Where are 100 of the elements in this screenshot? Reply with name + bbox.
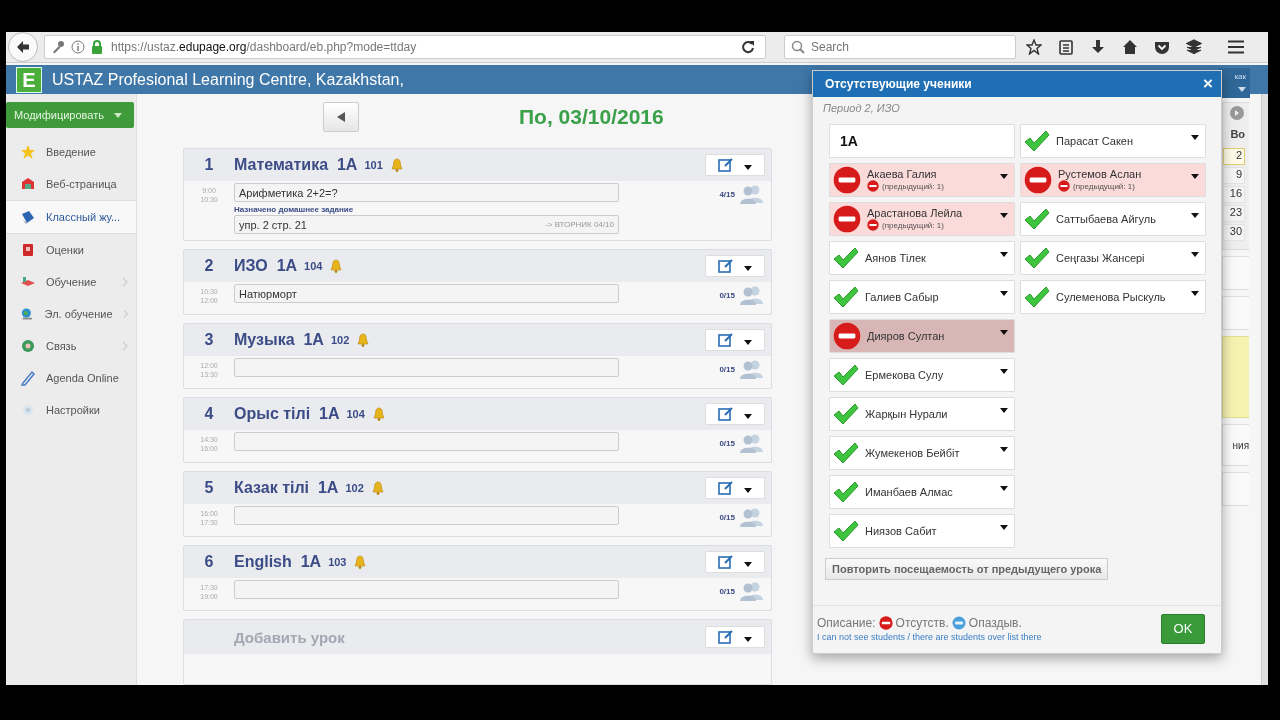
- calendar-day[interactable]: 2: [1223, 148, 1246, 165]
- close-button[interactable]: ×: [1203, 75, 1213, 93]
- help-link[interactable]: I can not see students / there are students over list there: [817, 631, 1042, 642]
- student-card[interactable]: Галиев Сабыр: [829, 280, 1015, 314]
- search-field[interactable]: Search: [784, 35, 1016, 59]
- lesson-subject[interactable]: ИЗО 1А: [234, 257, 298, 275]
- previous-absence: (предыдущий: 1): [882, 220, 944, 230]
- address-bar[interactable]: https://ustaz.edupage.org/dashboard/eb.php?mode=ttday: [44, 35, 766, 59]
- previous-day-button[interactable]: [323, 102, 359, 132]
- star-icon: [20, 144, 36, 160]
- dialog-title: Отсутствующие ученики: [825, 77, 972, 91]
- student-card[interactable]: Ермекова Сулу: [829, 358, 1015, 392]
- student-card[interactable]: Арастанова Лейла (предыдущий: 1): [829, 202, 1015, 236]
- student-name: Ниязов Сабит: [865, 525, 937, 537]
- caret-icon: [1191, 291, 1199, 296]
- sidebar-item[interactable]: Веб-страница: [6, 168, 136, 200]
- topic-field[interactable]: Натюрморт: [234, 284, 619, 303]
- topic-field[interactable]: Арифметика 2+2=?: [234, 183, 619, 202]
- topic-field[interactable]: [234, 506, 619, 525]
- absent-icon: [878, 615, 893, 630]
- lesson-number: 4: [203, 405, 215, 423]
- scrollbar[interactable]: [1261, 94, 1268, 685]
- back-button[interactable]: [8, 32, 38, 62]
- students-icon: [739, 581, 765, 601]
- topic-field[interactable]: [234, 580, 619, 599]
- student-card[interactable]: Сеңгазы Жансері: [1020, 241, 1206, 275]
- edit-menu-button[interactable]: [705, 403, 765, 425]
- lesson-subject[interactable]: Орыс тілі 1А: [234, 405, 340, 423]
- sidebar-item[interactable]: Введение: [6, 136, 136, 168]
- student-name: Галиев Сабыр: [865, 291, 939, 303]
- house-icon: [20, 176, 36, 192]
- edit-menu-button[interactable]: [705, 551, 765, 573]
- edit-menu-button[interactable]: [705, 477, 765, 499]
- absent-icon: [833, 322, 861, 350]
- caret-icon: [1191, 174, 1199, 179]
- student-name: Сеңгазы Жансері: [1056, 252, 1145, 264]
- book-icon: [20, 209, 36, 225]
- edit-menu-button[interactable]: [705, 626, 765, 648]
- student-card[interactable]: Саттыбаева Айгуль: [1020, 202, 1206, 236]
- repeat-attendance-button[interactable]: Повторить посещаемость от предыдущего урока: [825, 558, 1109, 580]
- calendar-day[interactable]: 9: [1223, 167, 1246, 184]
- class-label: 1А: [829, 124, 1015, 158]
- layers-icon[interactable]: [1186, 39, 1202, 55]
- caret-icon: [1191, 213, 1199, 218]
- edit-icon: [718, 406, 734, 422]
- download-icon[interactable]: [1090, 39, 1106, 55]
- sidebar-item[interactable]: Agenda Online: [6, 362, 136, 394]
- check-icon: [1024, 208, 1050, 230]
- student-name: Ермекова Сулу: [865, 369, 944, 381]
- caret-icon: [744, 488, 752, 493]
- student-card[interactable]: Парасат Сакен: [1020, 124, 1206, 158]
- student-card[interactable]: Жарқын Нурали: [829, 397, 1015, 431]
- calendar-day[interactable]: 30: [1223, 224, 1246, 241]
- student-name: Рустемов Аслан: [1058, 168, 1142, 180]
- sidebar-item[interactable]: Оценки: [6, 234, 136, 266]
- student-card[interactable]: Акаева Галия (предыдущий: 1): [829, 163, 1015, 197]
- lesson-subject[interactable]: Математика 1А: [234, 156, 358, 174]
- edit-menu-button[interactable]: [705, 154, 765, 176]
- lesson-number: 5: [203, 479, 215, 497]
- calendar-day[interactable]: 23: [1223, 205, 1246, 222]
- student-card[interactable]: Иманбаев Алмас: [829, 475, 1015, 509]
- topic-field[interactable]: [234, 358, 619, 377]
- sidebar-item[interactable]: Эл. обучение: [6, 298, 136, 330]
- lesson-subject[interactable]: Музыка 1А: [234, 331, 324, 349]
- calendar-day[interactable]: 16: [1223, 186, 1246, 203]
- caret-icon: [744, 165, 752, 170]
- student-card[interactable]: Ниязов Сабит: [829, 514, 1015, 548]
- edit-menu-button[interactable]: [705, 255, 765, 277]
- edit-menu-button[interactable]: [705, 329, 765, 351]
- home-icon[interactable]: [1122, 39, 1138, 55]
- student-name: Акаева Галия: [867, 168, 938, 180]
- student-card[interactable]: Рустемов Аслан (предыдущий: 1): [1020, 163, 1206, 197]
- url-text[interactable]: https://ustaz.edupage.org/dashboard/eb.php?mode=ttday: [111, 40, 417, 54]
- student-card[interactable]: Аянов Тілек: [829, 241, 1015, 275]
- previous-absence: (предыдущий: 1): [1073, 181, 1135, 191]
- sidebar-item[interactable]: Обучение: [6, 266, 136, 298]
- sidebar-item[interactable]: Связь: [6, 330, 136, 362]
- star-icon[interactable]: [1026, 39, 1042, 55]
- students-icon: [739, 184, 765, 204]
- ok-button[interactable]: OK: [1161, 613, 1205, 644]
- student-card[interactable]: Жумекенов Бейбіт: [829, 436, 1015, 470]
- lesson-subject[interactable]: Казак тілі 1А: [234, 479, 339, 497]
- caret-icon: [1000, 330, 1008, 335]
- legend-absent: Отсутств.: [895, 615, 949, 630]
- student-card[interactable]: Сулеменова Рыскуль: [1020, 280, 1206, 314]
- menu-icon[interactable]: [1228, 40, 1244, 54]
- legend-label: Описание:: [817, 615, 876, 630]
- students-icon: [739, 507, 765, 527]
- search-input[interactable]: Search: [811, 40, 1001, 54]
- sidebar-item[interactable]: Классный жу...: [6, 200, 136, 234]
- lesson-number: 3: [203, 331, 215, 349]
- sidebar-item[interactable]: Настройки: [6, 394, 136, 426]
- due-date: -> ВТОРНИК 04/10: [545, 220, 614, 229]
- pocket-icon[interactable]: [1154, 39, 1170, 55]
- topic-field[interactable]: [234, 432, 619, 451]
- homework-field[interactable]: упр. 2 стр. 21 -> ВТОРНИК 04/10: [234, 215, 619, 234]
- lesson-subject[interactable]: English 1А: [234, 553, 322, 571]
- attendance-count: 0/15: [719, 291, 735, 300]
- student-card[interactable]: Дияров Султан: [829, 319, 1015, 353]
- clipboard-icon[interactable]: [1058, 39, 1074, 55]
